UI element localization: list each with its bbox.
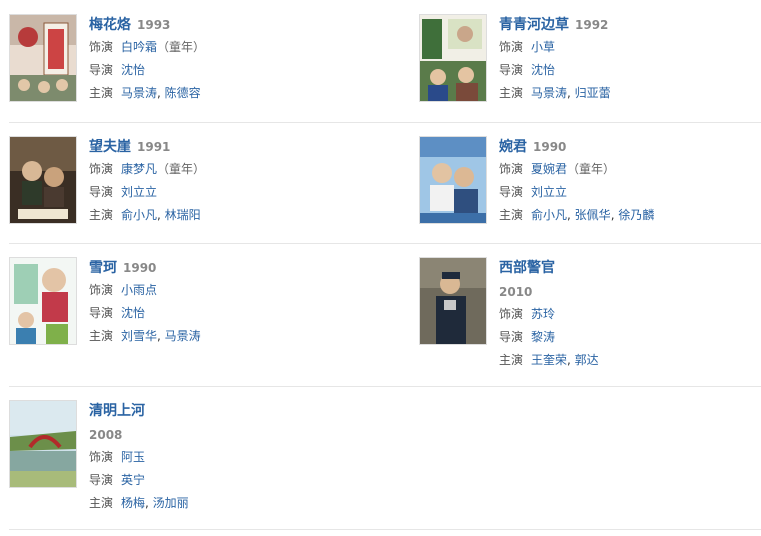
role-link[interactable]: 白吟霜 — [121, 40, 157, 54]
role-label: 饰演 — [89, 40, 114, 54]
film-title[interactable]: 西部警官 — [499, 260, 555, 276]
role-link[interactable]: 小草 — [531, 40, 555, 54]
cast-label: 主演 — [89, 329, 114, 343]
poster-image[interactable] — [9, 400, 77, 488]
director-link[interactable]: 沈怡 — [531, 63, 555, 77]
poster-image[interactable] — [419, 14, 487, 102]
filmography-list: 梅花烙 1993 饰演 白吟霜（童年） 导演 沈怡 主演 马景涛, 陈德容 青青… — [0, 0, 761, 536]
cast-link[interactable]: 张佩华 — [575, 208, 611, 222]
director-label: 导演 — [89, 306, 114, 320]
role-link[interactable]: 苏玲 — [531, 307, 555, 321]
film-year: 1991 — [137, 140, 171, 154]
poster-image[interactable] — [9, 14, 77, 102]
cast-label: 主演 — [89, 208, 114, 222]
cast-link[interactable]: 汤加丽 — [153, 496, 189, 510]
director-label: 导演 — [499, 185, 524, 199]
film-year: 1993 — [137, 18, 171, 32]
cast-link[interactable]: 马景涛 — [165, 329, 201, 343]
poster-image[interactable] — [419, 136, 487, 224]
director-label: 导演 — [89, 473, 114, 487]
cast-separator: , — [145, 496, 153, 510]
cast-separator: , — [157, 329, 165, 343]
film-title[interactable]: 望夫崖 — [89, 139, 131, 155]
director-link[interactable]: 沈怡 — [121, 63, 145, 77]
role-label: 饰演 — [499, 307, 524, 321]
cast-link[interactable]: 马景涛 — [121, 86, 157, 100]
director-link[interactable]: 刘立立 — [121, 185, 157, 199]
film-title[interactable]: 清明上河 — [89, 403, 145, 419]
cast-link[interactable]: 马景涛 — [531, 86, 567, 100]
cast-label: 主演 — [499, 353, 524, 367]
cast-link[interactable]: 俞小凡 — [121, 208, 157, 222]
role-note: （童年） — [157, 40, 206, 54]
role-label: 饰演 — [499, 40, 524, 54]
cast-label: 主演 — [89, 86, 114, 100]
cast-link[interactable]: 徐乃麟 — [618, 208, 654, 222]
director-link[interactable]: 黎涛 — [531, 330, 555, 344]
director-link[interactable]: 英宁 — [121, 473, 145, 487]
film-title[interactable]: 青青河边草 — [499, 17, 569, 33]
role-link[interactable]: 小雨点 — [121, 283, 157, 297]
film-title[interactable]: 梅花烙 — [89, 17, 131, 33]
cast-separator: , — [157, 86, 165, 100]
cast-separator: , — [567, 86, 575, 100]
role-label: 饰演 — [89, 162, 114, 176]
film-row: 雪珂 1990 饰演 小雨点 导演 沈怡 主演 刘雪华, 马景涛 西部警官 201 — [9, 257, 761, 387]
cast-separator: , — [567, 353, 575, 367]
film-title[interactable]: 雪珂 — [89, 260, 117, 276]
role-link[interactable]: 康梦凡 — [121, 162, 157, 176]
film-row: 梅花烙 1993 饰演 白吟霜（童年） 导演 沈怡 主演 马景涛, 陈德容 青青… — [9, 14, 761, 123]
role-link[interactable]: 夏婉君 — [531, 162, 567, 176]
director-link[interactable]: 刘立立 — [531, 185, 567, 199]
cast-label: 主演 — [499, 208, 524, 222]
poster-image[interactable] — [9, 136, 77, 224]
film-year: 1992 — [575, 18, 609, 32]
cast-label: 主演 — [499, 86, 524, 100]
cast-link[interactable]: 刘雪华 — [121, 329, 157, 343]
poster-image[interactable] — [419, 257, 487, 345]
director-label: 导演 — [89, 63, 114, 77]
role-label: 饰演 — [89, 283, 114, 297]
film-row: 望夫崖 1991 饰演 康梦凡（童年） 导演 刘立立 主演 俞小凡, 林瑞阳 婉… — [9, 136, 761, 244]
role-label: 饰演 — [89, 450, 114, 464]
role-link[interactable]: 阿玉 — [121, 450, 145, 464]
film-title[interactable]: 婉君 — [499, 139, 527, 155]
film-year: 1990 — [123, 261, 157, 275]
director-label: 导演 — [89, 185, 114, 199]
role-note: （童年） — [157, 162, 206, 176]
film-year: 1990 — [533, 140, 567, 154]
director-label: 导演 — [499, 330, 524, 344]
cast-separator: , — [157, 208, 165, 222]
film-year: 2010 — [499, 285, 533, 299]
cast-link[interactable]: 王奎荣 — [531, 353, 567, 367]
cast-link[interactable]: 陈德容 — [165, 86, 201, 100]
poster-image[interactable] — [9, 257, 77, 345]
cast-link[interactable]: 归亚蕾 — [575, 86, 611, 100]
film-year: 2008 — [89, 428, 123, 442]
director-link[interactable]: 沈怡 — [121, 306, 145, 320]
cast-link[interactable]: 郭达 — [575, 353, 599, 367]
cast-separator: , — [567, 208, 575, 222]
role-label: 饰演 — [499, 162, 524, 176]
cast-link[interactable]: 林瑞阳 — [165, 208, 201, 222]
film-row: 清明上河 2008 饰演 阿玉 导演 英宁 主演 杨梅, 汤加丽 — [9, 400, 761, 530]
cast-link[interactable]: 杨梅 — [121, 496, 145, 510]
cast-label: 主演 — [89, 496, 114, 510]
cast-link[interactable]: 俞小凡 — [531, 208, 567, 222]
role-note: （童年） — [567, 162, 616, 176]
director-label: 导演 — [499, 63, 524, 77]
